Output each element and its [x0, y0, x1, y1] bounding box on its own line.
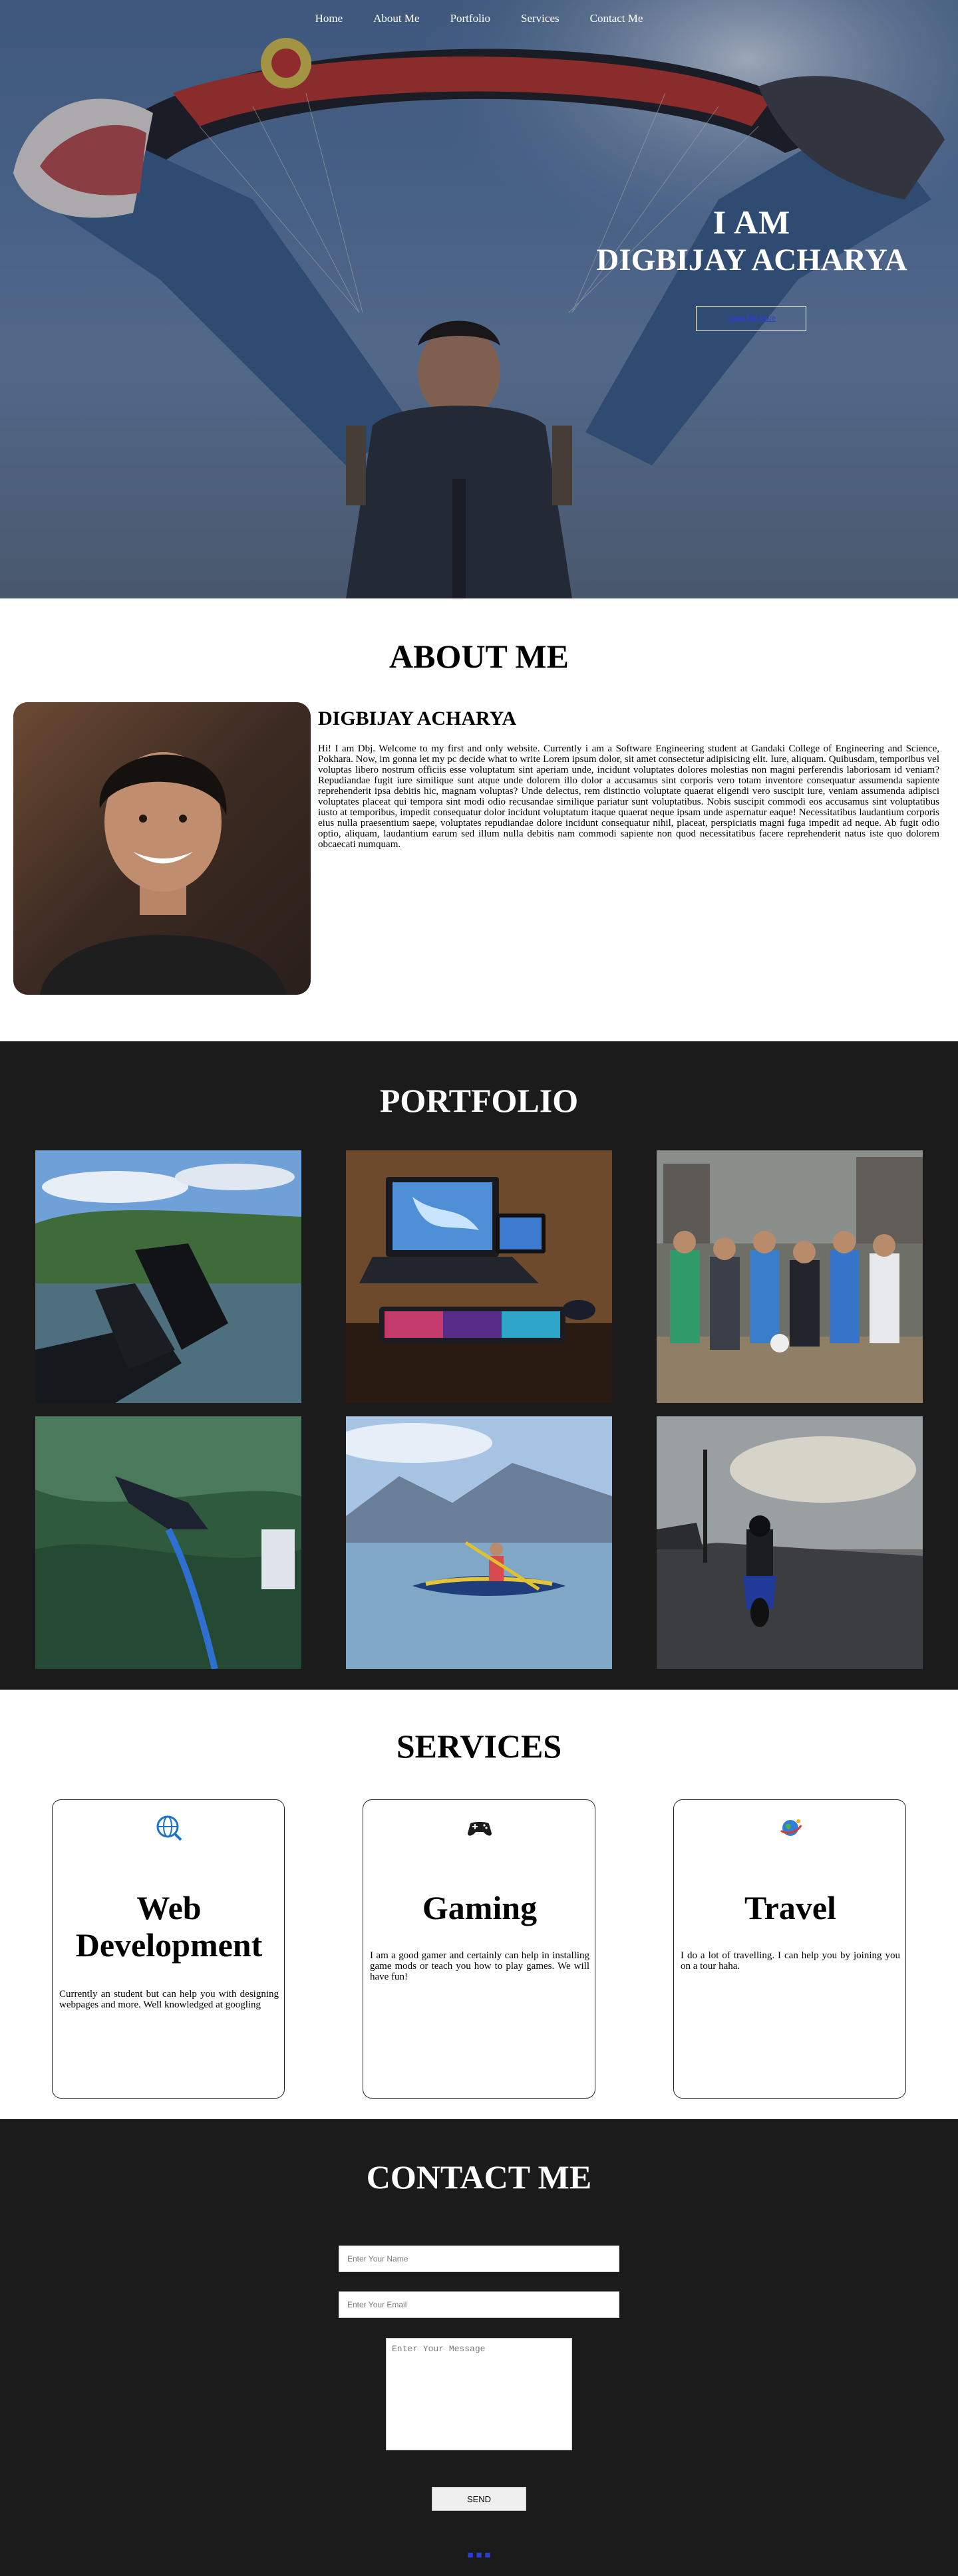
- know-me-more-button[interactable]: Know Me More: [696, 306, 806, 331]
- portfolio-heading: PORTFOLIO: [379, 1082, 579, 1119]
- services-section: SERVICES Web Development Currently an st…: [0, 1690, 958, 2119]
- hero-overlay: [0, 0, 958, 598]
- service-title-travel: Travel: [674, 1889, 907, 1926]
- service-title-line1: Gaming: [422, 1889, 538, 1926]
- email-field[interactable]: [339, 2291, 619, 2318]
- service-text-web-development: Currently an student but can help you wi…: [59, 1989, 279, 2010]
- portfolio-photo-kayaking[interactable]: [346, 1416, 612, 1669]
- profile-photo: [13, 702, 311, 995]
- services-heading: SERVICES: [396, 1728, 562, 1765]
- hero-title-line2: DIGBIJAY ACHARYA: [596, 243, 907, 277]
- service-card-travel: Travel I do a lot of travelling. I can h…: [673, 1799, 906, 2099]
- service-text-gaming: I am a good gamer and certainly can help…: [370, 1950, 589, 1982]
- about-heading: ABOUT ME: [389, 638, 569, 675]
- about-section: ABOUT ME DIGBIJAY ACHARYA Hi! I am Dbj. …: [0, 598, 958, 1041]
- portfolio-photo-laptop-setup[interactable]: [346, 1150, 612, 1403]
- nav-services[interactable]: Services: [521, 12, 559, 25]
- about-name: DIGBIJAY ACHARYA: [318, 708, 517, 729]
- portfolio-photo-bungee-jump[interactable]: [35, 1416, 301, 1669]
- portfolio-section: PORTFOLIO: [0, 1041, 958, 1690]
- service-title-line1: Travel: [744, 1889, 836, 1926]
- globe-search-icon: [156, 1815, 182, 1841]
- message-field[interactable]: [386, 2338, 572, 2450]
- send-button[interactable]: SEND: [432, 2487, 526, 2511]
- service-title-web-development: Web Development: [53, 1889, 285, 1964]
- top-nav: Home About Me Portfolio Services Contact…: [0, 12, 958, 25]
- hero-title-line1: I AM: [713, 203, 791, 241]
- service-text-travel: I do a lot of travelling. I can help you…: [681, 1950, 900, 1972]
- service-card-gaming: Gaming I am a good gamer and certainly c…: [363, 1799, 595, 2099]
- contact-heading: CONTACT ME: [366, 2158, 592, 2196]
- portfolio-photo-lake-feet[interactable]: [35, 1150, 301, 1403]
- service-title-line1: Web: [136, 1889, 202, 1926]
- hero-section: Home About Me Portfolio Services Contact…: [0, 0, 958, 598]
- service-title-gaming: Gaming: [363, 1889, 596, 1926]
- portfolio-photo-motorbike[interactable]: [657, 1416, 923, 1669]
- nav-contact-me[interactable]: Contact Me: [590, 12, 643, 25]
- gamepad-icon: [468, 1822, 492, 1836]
- service-title-line2: Development: [75, 1926, 263, 1964]
- footer-link[interactable]: ■ ■ ■: [0, 2550, 958, 2561]
- nav-portfolio[interactable]: Portfolio: [450, 12, 490, 25]
- about-paragraph: Hi! I am Dbj. Welcome to my first and on…: [318, 743, 939, 850]
- portfolio-photo-group-walk[interactable]: [657, 1150, 923, 1403]
- nav-about-me[interactable]: About Me: [373, 12, 419, 25]
- service-card-web-development: Web Development Currently an student but…: [52, 1799, 285, 2099]
- hero-title: I AM DIGBIJAY ACHARYA: [572, 203, 931, 279]
- name-field[interactable]: [339, 2246, 619, 2272]
- contact-section: CONTACT ME SEND ■ ■ ■: [0, 2119, 958, 2576]
- earth-icon: [780, 1819, 802, 1836]
- nav-home[interactable]: Home: [315, 12, 343, 25]
